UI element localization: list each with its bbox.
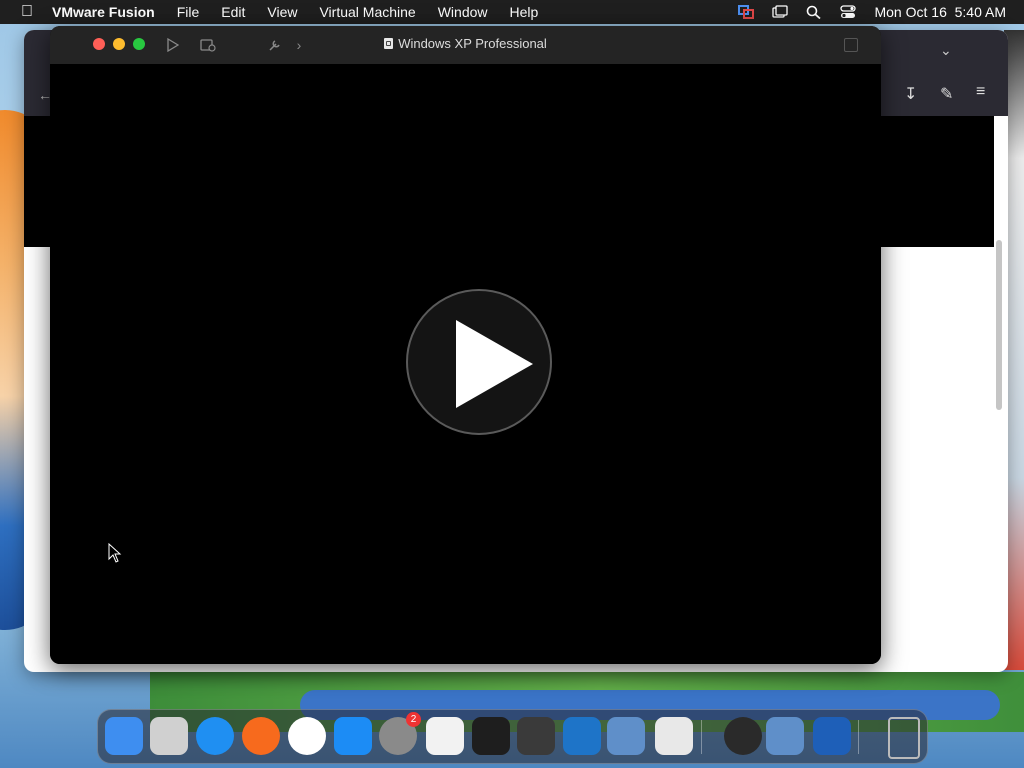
dock-roblox-icon[interactable] — [655, 717, 693, 755]
menu-virtual-machine[interactable]: Virtual Machine — [319, 4, 415, 20]
notification-badge: 2 — [406, 712, 421, 727]
download-icon[interactable]: ↧ — [904, 84, 917, 104]
dock-garageband-icon[interactable] — [517, 717, 555, 755]
vm-titlebar[interactable]: Windows XP Professional › — [50, 26, 881, 65]
app-menu-name[interactable]: VMware Fusion — [52, 4, 155, 20]
play-vm-button[interactable] — [406, 289, 552, 435]
chevron-down-icon[interactable]: ⌄ — [940, 42, 952, 59]
dock-virtualbox-vm-icon[interactable] — [766, 717, 804, 755]
dock-system-settings-icon[interactable]: 2 — [379, 712, 421, 755]
dock-textedit-icon[interactable] — [426, 717, 464, 755]
menu-bar:  VMware Fusion File Edit View Virtual M… — [0, 0, 1024, 24]
mouse-cursor-icon — [108, 543, 122, 563]
vmware-vm-window[interactable]: Windows XP Professional › — [50, 26, 881, 664]
dock-terminal-icon[interactable] — [472, 717, 510, 755]
dock-app-store-icon[interactable] — [334, 717, 372, 755]
dock-vscode-icon[interactable] — [563, 717, 601, 755]
dock-finder-icon[interactable] — [105, 717, 143, 755]
play-icon — [456, 320, 533, 408]
menu-edit[interactable]: Edit — [221, 4, 245, 20]
fullscreen-toggle-icon[interactable] — [844, 38, 858, 52]
dock-safari-icon[interactable] — [196, 717, 234, 755]
spotlight-search-icon[interactable] — [806, 5, 822, 20]
document-icon — [384, 38, 394, 49]
dock-trash-icon[interactable] — [888, 717, 920, 759]
dock-virtualbox-icon[interactable] — [607, 717, 645, 755]
dock: 2 — [97, 709, 928, 764]
dock-separator — [701, 720, 702, 754]
settings-wrench-icon[interactable] — [266, 36, 284, 54]
browser-scrollbar[interactable] — [996, 240, 1002, 410]
vm-display-area[interactable] — [50, 64, 881, 664]
hamburger-menu-icon[interactable]: ≡ — [976, 83, 985, 101]
dock-launchpad-icon[interactable] — [150, 717, 188, 755]
snapshot-icon[interactable] — [199, 36, 217, 54]
screen-mirroring-icon[interactable] — [772, 5, 789, 19]
start-vm-icon[interactable] — [164, 36, 182, 54]
menu-window[interactable]: Window — [438, 4, 488, 20]
dock-separator — [858, 720, 859, 754]
apple-menu-icon[interactable]:  — [18, 3, 36, 21]
menu-help[interactable]: Help — [510, 4, 539, 20]
vmware-status-icon[interactable] — [738, 5, 755, 19]
menubar-clock[interactable]: Mon Oct 16 5:40 AM — [874, 4, 1006, 20]
dock-quicktime-icon[interactable] — [724, 717, 762, 755]
dock-firefox-icon[interactable] — [242, 717, 280, 755]
dock-vmware-fusion-icon[interactable] — [813, 717, 851, 755]
window-title-text: Windows XP Professional — [398, 36, 547, 51]
control-center-icon[interactable] — [840, 5, 857, 19]
menu-file[interactable]: File — [177, 4, 200, 20]
extensions-icon[interactable]: ✎ — [940, 84, 953, 104]
menu-view[interactable]: View — [267, 4, 297, 20]
toolbar-more-chevron-icon[interactable]: › — [290, 36, 308, 54]
dock-chrome-icon[interactable] — [288, 717, 326, 755]
